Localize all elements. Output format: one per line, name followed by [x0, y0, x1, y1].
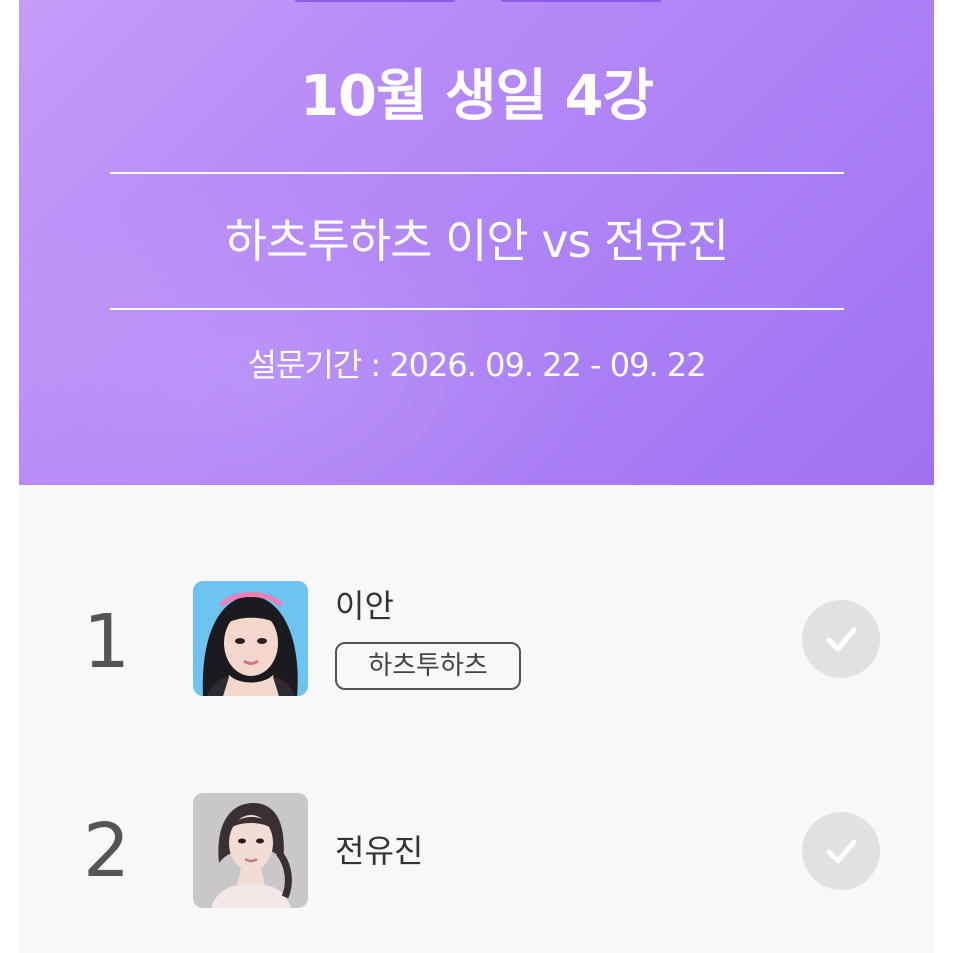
- app-frame: 10월 생일 4강 하츠투하츠 이안 vs 전유진 설문기간 : 2026. 0…: [19, 0, 934, 953]
- vote-button[interactable]: [802, 812, 880, 890]
- candidate-row[interactable]: 1 이안 하츠투하츠: [19, 555, 934, 725]
- candidate-row[interactable]: 2 전유진: [19, 768, 934, 938]
- candidate-rank: 1: [82, 599, 131, 685]
- candidate-photo: [193, 793, 308, 908]
- candidate-group-badge: 하츠투하츠: [335, 642, 521, 690]
- poll-header-banner: 10월 생일 4강 하츠투하츠 이안 vs 전유진 설문기간 : 2026. 0…: [19, 0, 934, 485]
- divider-top: [110, 172, 844, 174]
- top-tab-indicator-left: [295, 0, 455, 2]
- top-tab-indicator-right: [501, 0, 661, 2]
- candidate-photo: [193, 581, 308, 696]
- poll-title: 10월 생일 4강: [300, 64, 654, 129]
- divider-bottom: [110, 308, 844, 310]
- poll-period: 설문기간 : 2026. 09. 22 - 09. 22: [247, 346, 706, 384]
- check-icon: [826, 839, 857, 864]
- poll-matchup: 하츠투하츠 이안 vs 전유진: [224, 214, 729, 268]
- vote-button[interactable]: [802, 600, 880, 678]
- candidate-rank: 2: [82, 808, 131, 894]
- portrait-photo-icon: [193, 581, 308, 696]
- portrait-photo-icon: [193, 793, 308, 908]
- candidate-name: 이안: [335, 587, 394, 625]
- check-icon: [826, 627, 857, 652]
- candidate-name: 전유진: [335, 832, 424, 870]
